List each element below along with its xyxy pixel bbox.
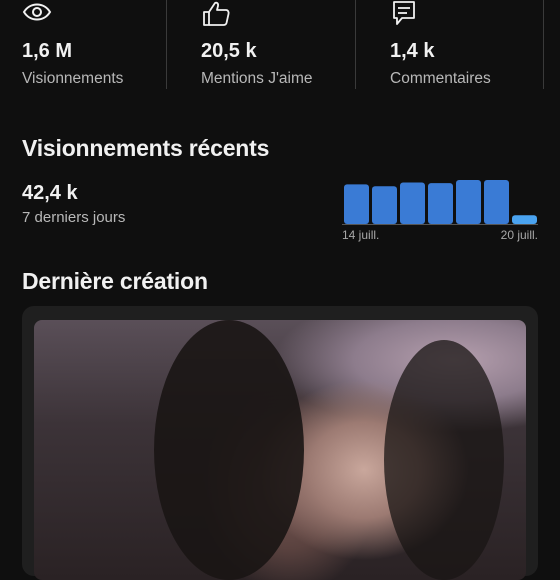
chart-tick-label: 20 juill.	[501, 228, 538, 242]
thumbs-up-icon	[203, 1, 230, 26]
stat-likes[interactable]: 20,5 k Mentions J'aime	[201, 0, 351, 92]
recent-views-period: 7 derniers jours	[22, 209, 126, 226]
stat-views-label: Visionnements	[22, 70, 124, 87]
divider	[543, 0, 544, 89]
divider	[355, 0, 356, 89]
divider	[166, 0, 167, 89]
comment-icon	[393, 1, 415, 25]
stat-comments-value: 1,4 k	[390, 40, 435, 62]
thumbnail-shade	[154, 320, 304, 580]
video-thumbnail[interactable]	[34, 320, 526, 580]
chart-bar	[456, 180, 481, 224]
stats-row: 1,6 M Visionnements 20,5 k Mentions J'ai…	[0, 0, 560, 92]
chart-bar	[344, 184, 369, 224]
thumbnail-shade	[384, 340, 504, 580]
chart-bar	[400, 182, 425, 224]
stat-likes-label: Mentions J'aime	[201, 70, 313, 87]
recent-views-title: Visionnements récents	[22, 135, 270, 161]
chart-bar	[512, 215, 537, 224]
eye-icon	[22, 3, 52, 21]
stat-likes-value: 20,5 k	[201, 40, 257, 62]
latest-creation-title: Dernière création	[22, 268, 208, 294]
stat-comments-label: Commentaires	[390, 70, 491, 87]
chart-bar	[428, 183, 453, 224]
stat-views[interactable]: 1,6 M Visionnements	[22, 0, 162, 92]
stat-views-value: 1,6 M	[22, 40, 73, 62]
recent-views-value: 42,4 k	[22, 182, 78, 204]
recent-views-chart[interactable]: 14 juill. 20 juill.	[340, 170, 540, 250]
chart-bar	[372, 186, 397, 224]
chart-bar	[484, 180, 509, 224]
stat-comments[interactable]: 1,4 k Commentaires	[390, 0, 540, 92]
chart-tick-label: 14 juill.	[342, 228, 379, 242]
